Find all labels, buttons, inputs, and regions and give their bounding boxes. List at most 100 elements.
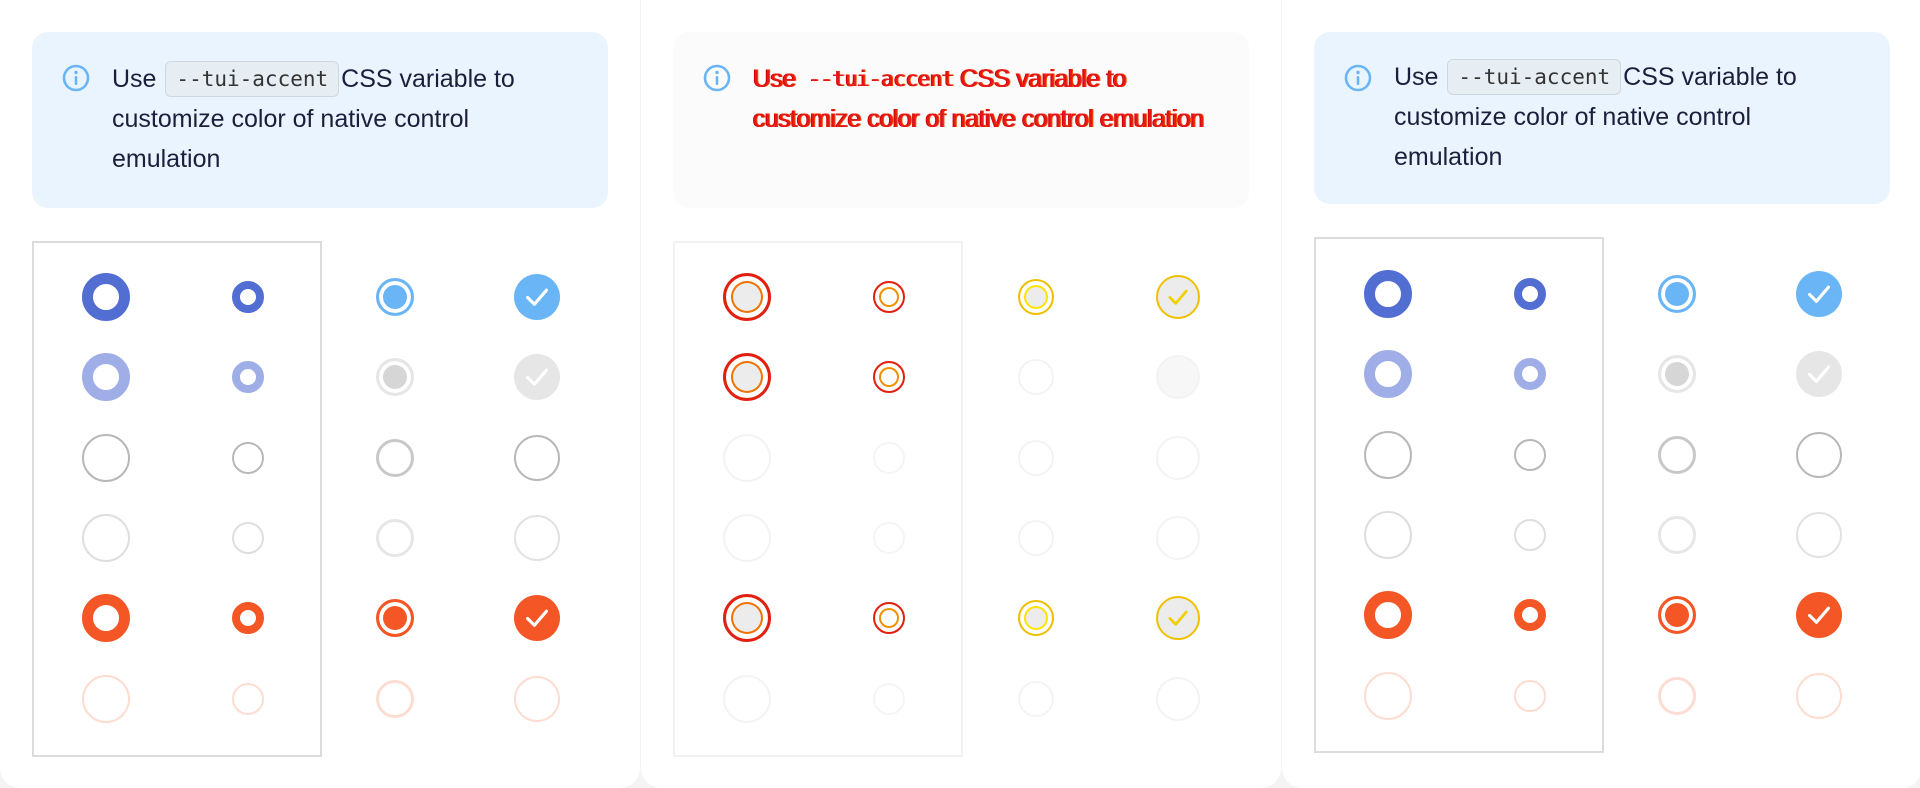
native-radio-invalid-disabled[interactable]	[1018, 681, 1054, 717]
radio-small-unchecked[interactable]	[1514, 439, 1546, 471]
radio-small-invalid-disabled[interactable]	[873, 683, 905, 715]
radio-large-invalid-checked[interactable]	[82, 594, 130, 642]
native-radio-unchecked-disabled[interactable]	[1658, 516, 1696, 554]
native-checkbox-invalid-disabled[interactable]	[1796, 673, 1842, 719]
native-checkbox-invalid-disabled[interactable]	[1156, 677, 1200, 721]
radio-small-unchecked[interactable]	[232, 442, 264, 474]
radio-large-invalid-disabled[interactable]	[82, 675, 130, 723]
radio-small-unchecked-disabled[interactable]	[873, 522, 905, 554]
radio-small-checked[interactable]	[1514, 278, 1546, 310]
native-checkbox-checked-disabled[interactable]	[514, 354, 560, 400]
native-checkbox-checked[interactable]	[1796, 271, 1842, 317]
accent-notice: Use --tui-accent CSS variable to customiz…	[673, 32, 1249, 208]
native-radio-unchecked-disabled[interactable]	[1018, 520, 1054, 556]
radio-large-invalid-checked[interactable]	[723, 594, 771, 642]
radio-large-invalid-checked[interactable]	[1364, 591, 1412, 639]
radio-large-checked[interactable]	[1364, 270, 1412, 318]
native-radio-checked[interactable]	[1658, 275, 1696, 313]
panel-diff: Use --tui-accent CSS variable to customiz…	[641, 0, 1281, 788]
native-checkbox-unchecked-disabled[interactable]	[514, 515, 560, 561]
native-checkbox-invalid-checked[interactable]	[1796, 592, 1842, 638]
native-checkbox-unchecked[interactable]	[514, 435, 560, 481]
radio-large-invalid-disabled[interactable]	[723, 675, 771, 723]
accent-notice: Use --tui-accent CSS variable to customiz…	[1314, 32, 1890, 204]
check-icon	[526, 288, 548, 306]
radio-large-unchecked[interactable]	[723, 434, 771, 482]
radio-small-checked[interactable]	[873, 281, 905, 313]
radio-large-unchecked-disabled[interactable]	[82, 514, 130, 562]
check-icon	[1808, 365, 1830, 383]
radio-small-invalid-checked[interactable]	[873, 602, 905, 634]
radio-small-unchecked[interactable]	[873, 442, 905, 474]
info-circle-icon	[1344, 64, 1372, 92]
native-checkbox-checked-disabled[interactable]	[1796, 351, 1842, 397]
notice-prefix: Use	[753, 65, 796, 93]
radio-large-checked-disabled[interactable]	[1364, 350, 1412, 398]
radio-small-invalid-disabled[interactable]	[232, 683, 264, 715]
native-radio-checked[interactable]	[1018, 279, 1054, 315]
panel-default: Use --tui-accent CSS variable to customiz…	[0, 0, 640, 788]
check-icon	[1808, 285, 1830, 303]
css-variable-code: --tui-accent	[808, 67, 955, 91]
custom-controls-group	[32, 241, 322, 757]
radio-small-invalid-disabled[interactable]	[1514, 680, 1546, 712]
native-checkbox-checked[interactable]	[514, 274, 560, 320]
notice-text: Use --tui-accent CSS variable to customiz…	[753, 59, 1225, 139]
radio-large-unchecked-disabled[interactable]	[1364, 511, 1412, 559]
panel-reference: Use --tui-accent CSS variable to customiz…	[1282, 0, 1920, 788]
radio-small-checked-disabled[interactable]	[1514, 358, 1546, 390]
radio-small-unchecked-disabled[interactable]	[1514, 519, 1546, 551]
radio-large-unchecked[interactable]	[1364, 431, 1412, 479]
radio-small-unchecked-disabled[interactable]	[232, 522, 264, 554]
check-icon	[526, 609, 548, 627]
notice-prefix: Use	[112, 65, 157, 93]
radio-small-invalid-checked[interactable]	[1514, 599, 1546, 631]
native-radio-invalid-checked[interactable]	[1658, 596, 1696, 634]
native-radio-unchecked[interactable]	[1018, 440, 1054, 476]
native-radio-unchecked[interactable]	[1658, 436, 1696, 474]
native-radio-checked-disabled[interactable]	[1018, 359, 1054, 395]
radio-small-checked-disabled[interactable]	[873, 361, 905, 393]
radio-large-invalid-disabled[interactable]	[1364, 672, 1412, 720]
native-radio-unchecked[interactable]	[376, 439, 414, 477]
radio-large-unchecked[interactable]	[82, 434, 130, 482]
native-radio-invalid-disabled[interactable]	[376, 680, 414, 718]
radio-large-unchecked-disabled[interactable]	[723, 514, 771, 562]
check-icon	[1168, 289, 1188, 305]
native-radio-checked-disabled[interactable]	[376, 358, 414, 396]
notice-text: Use --tui-accent CSS variable to customiz…	[112, 59, 584, 179]
native-checkbox-invalid-checked[interactable]	[1156, 596, 1200, 640]
radio-large-checked-disabled[interactable]	[723, 353, 771, 401]
radio-large-checked[interactable]	[723, 273, 771, 321]
css-variable-code: --tui-accent	[1447, 59, 1622, 95]
notice-text: Use --tui-accent CSS variable to customiz…	[1394, 57, 1866, 177]
accent-notice: Use --tui-accent CSS variable to customiz…	[32, 32, 608, 208]
native-radio-checked[interactable]	[376, 278, 414, 316]
native-radio-invalid-checked[interactable]	[376, 599, 414, 637]
native-checkbox-invalid-checked[interactable]	[514, 595, 560, 641]
check-icon	[1808, 606, 1830, 624]
native-radio-invalid-disabled[interactable]	[1658, 677, 1696, 715]
radio-large-checked-disabled[interactable]	[82, 353, 130, 401]
radio-small-checked[interactable]	[232, 281, 264, 313]
native-checkbox-checked[interactable]	[1156, 275, 1200, 319]
native-checkbox-unchecked-disabled[interactable]	[1796, 512, 1842, 558]
native-checkbox-checked-disabled[interactable]	[1156, 355, 1200, 399]
info-circle-icon	[703, 64, 731, 92]
native-radio-invalid-checked[interactable]	[1018, 600, 1054, 636]
custom-controls-group	[673, 241, 963, 757]
native-checkbox-unchecked[interactable]	[1156, 436, 1200, 480]
native-radio-unchecked-disabled[interactable]	[376, 519, 414, 557]
native-radio-checked-disabled[interactable]	[1658, 355, 1696, 393]
radio-large-checked[interactable]	[82, 273, 130, 321]
radio-small-checked-disabled[interactable]	[232, 361, 264, 393]
radio-small-invalid-checked[interactable]	[232, 602, 264, 634]
check-icon	[1168, 610, 1188, 626]
css-variable-code: --tui-accent	[165, 61, 340, 97]
info-circle-icon	[62, 64, 90, 92]
custom-controls-group	[1314, 237, 1604, 753]
native-checkbox-unchecked[interactable]	[1796, 432, 1842, 478]
check-icon	[526, 368, 548, 386]
native-checkbox-invalid-disabled[interactable]	[514, 676, 560, 722]
native-checkbox-unchecked-disabled[interactable]	[1156, 516, 1200, 560]
